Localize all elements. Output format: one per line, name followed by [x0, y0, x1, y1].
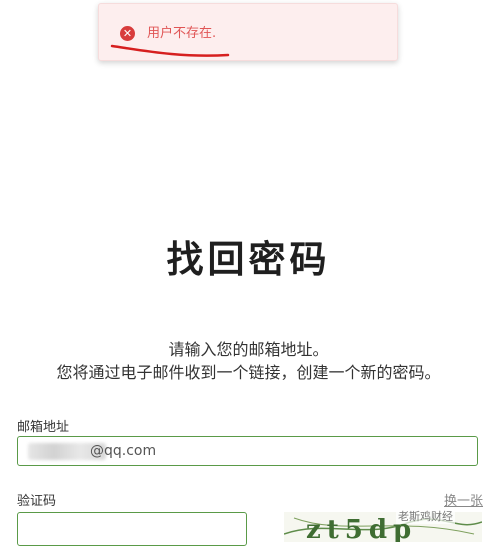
email-value: @qq.com [90, 443, 157, 459]
red-annotation-underline [110, 44, 230, 57]
desc-line-1: 请输入您的邮箱地址。 [168, 340, 329, 359]
page-description: 请输入您的邮箱地址。 您将通过电子邮件收到一个链接，创建一个新的密码。 [0, 338, 497, 384]
captcha-label: 验证码 [17, 494, 57, 509]
watermark-text: 老斯鸡财经 [396, 508, 455, 524]
email-field[interactable]: @qq.com [17, 436, 478, 466]
desc-line-2: 您将通过电子邮件收到一个链接，创建一个新的密码。 [56, 363, 441, 382]
page-title: 找回密码 [166, 238, 331, 281]
toast-message: 用户不存在. [147, 26, 217, 41]
error-circle-icon: ✕ [120, 26, 135, 41]
captcha-input[interactable] [17, 512, 247, 546]
email-label: 邮箱地址 [17, 420, 70, 435]
refresh-captcha-link[interactable]: 换一张 [444, 490, 483, 509]
